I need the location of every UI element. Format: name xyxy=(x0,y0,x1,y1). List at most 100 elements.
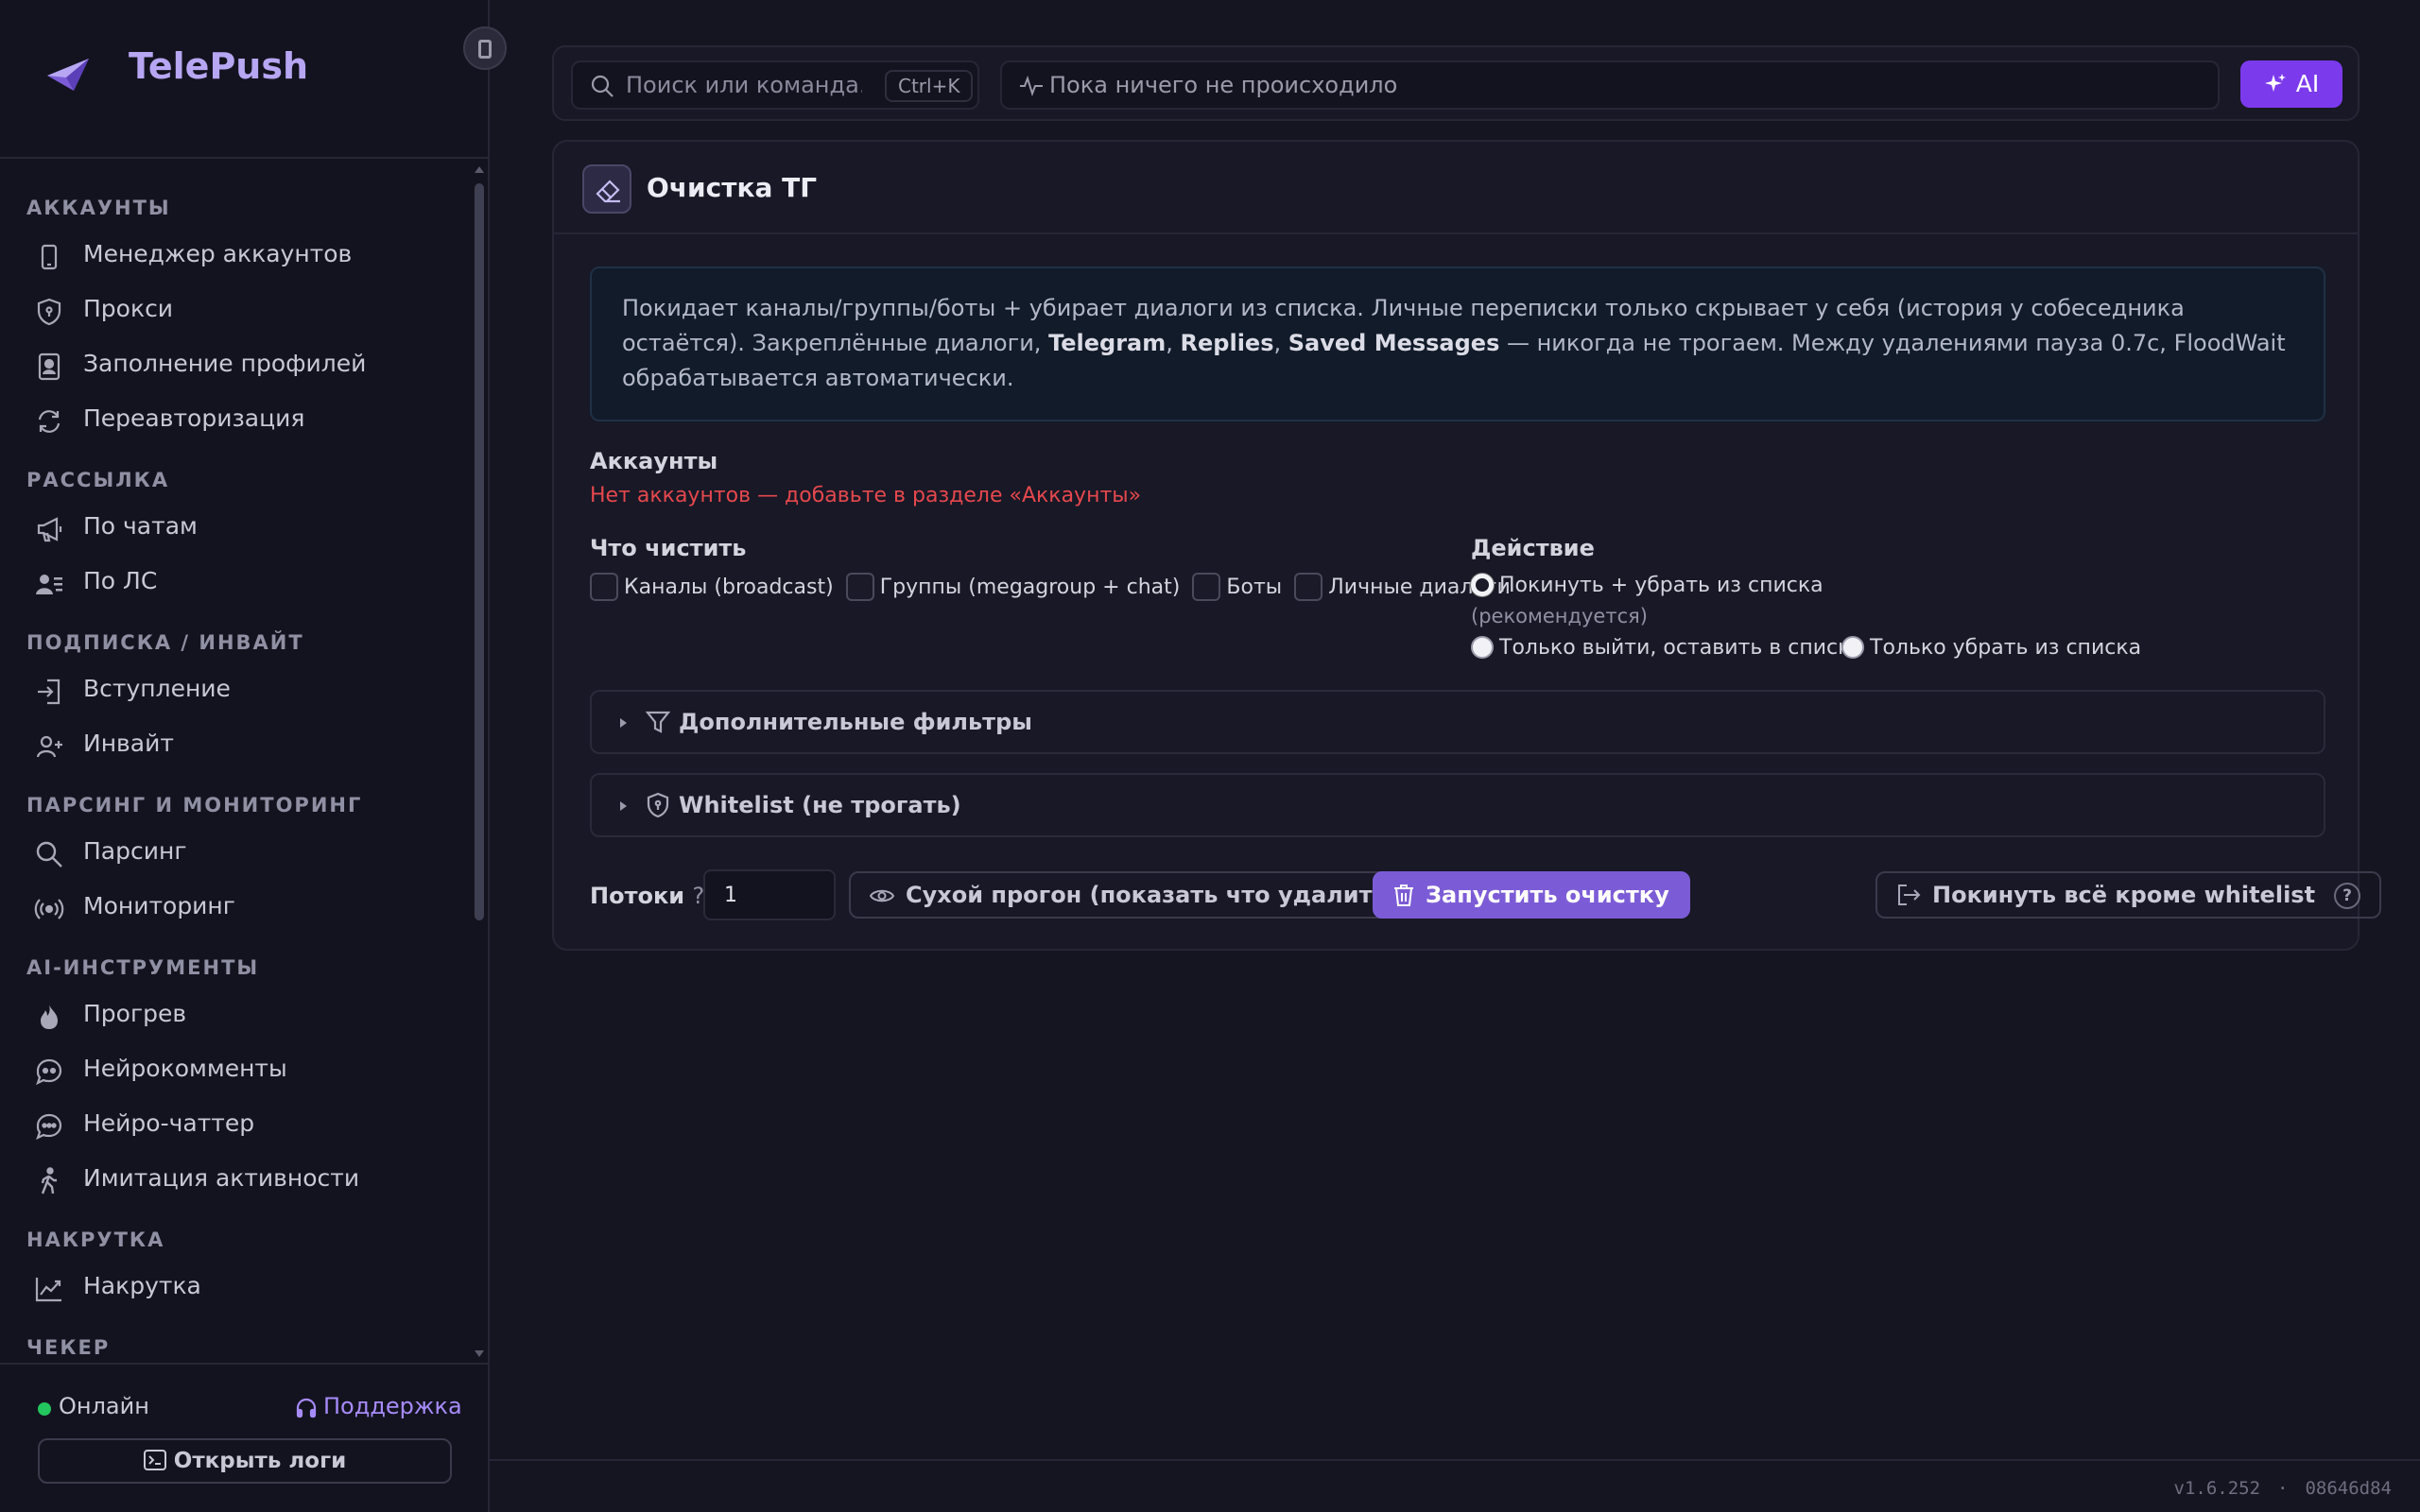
accounts-label: Аккаунты xyxy=(590,448,718,474)
whitelist-toggle[interactable]: Whitelist (не трогать) xyxy=(590,773,2325,837)
search-icon xyxy=(591,75,614,97)
logout-icon xyxy=(1898,885,1921,905)
open-logs-button[interactable]: Открыть логи xyxy=(38,1438,452,1484)
sidebar-scrollbar[interactable] xyxy=(473,163,486,1363)
sidebar-nav: АККАУНТЫ Менеджер аккаунтов Прокси Запол… xyxy=(0,174,473,1355)
version-info: v1.6.252 · 08646d84 xyxy=(2174,1478,2392,1499)
scroll-down-arrow-icon[interactable] xyxy=(475,1350,484,1357)
activity-pulse-icon xyxy=(1020,76,1043,96)
sidebar-item-reauth[interactable]: Переавторизация xyxy=(34,399,450,440)
expand-triangle-icon xyxy=(620,801,627,811)
checkbox-channels[interactable] xyxy=(590,573,618,601)
command-search[interactable]: Ctrl+K xyxy=(571,60,979,110)
radio-remove-only-label: Только убрать из списка xyxy=(1870,635,2142,660)
checkbox-groups[interactable] xyxy=(845,573,874,601)
user-list-icon xyxy=(36,575,62,594)
broadcast-icon xyxy=(34,899,64,919)
info-notice: Покидает каналы/группы/боты + убирает ди… xyxy=(590,266,2325,421)
action-label: Действие xyxy=(1471,535,1595,561)
dry-run-button[interactable]: Сухой прогон (показать что удалится) xyxy=(849,871,1432,919)
dry-run-label: Сухой прогон (показать что удалится) xyxy=(906,882,1411,908)
sidebar-item-join[interactable]: Вступление xyxy=(34,669,450,711)
radio-remove-only-control[interactable] xyxy=(1841,636,1864,659)
sidebar-item-label: Менеджер аккаунтов xyxy=(83,240,353,267)
support-link[interactable]: Поддержка xyxy=(295,1393,462,1419)
sidebar-item-parsing[interactable]: Парсинг xyxy=(34,832,450,873)
extra-filters-toggle[interactable]: Дополнительные фильтры xyxy=(590,690,2325,754)
search-input[interactable] xyxy=(626,70,862,100)
nav-section-parsing: ПАРСИНГ И МОНИТОРИНГ xyxy=(26,794,363,816)
sidebar-item-invite[interactable]: Инвайт xyxy=(34,724,450,765)
sidebar-item-label: Заполнение профилей xyxy=(83,350,367,377)
sidebar-item-label: По ЛС xyxy=(83,567,158,594)
sidebar-item-neuro-chatter[interactable]: Нейро-чаттер xyxy=(34,1104,450,1145)
eye-icon xyxy=(869,889,895,902)
radio-leave-and-remove-label: Покинуть + убрать из списка xyxy=(1499,573,1824,597)
threads-input[interactable] xyxy=(703,869,836,920)
ai-button[interactable]: AI xyxy=(2240,60,2342,108)
radio-leave-only[interactable]: Только выйти, оставить в списке xyxy=(1471,635,1863,660)
sidebar-item-label: Инвайт xyxy=(83,730,174,757)
extra-filters-label: Дополнительные фильтры xyxy=(679,709,1032,735)
activity-status: Пока ничего не происходило xyxy=(1000,60,2220,110)
info-text-bold-replies: Replies xyxy=(1180,330,1274,356)
sidebar: TelePush АККАУНТЫ Менеджер аккаунтов Про… xyxy=(0,0,507,1512)
search-shortcut-badge: Ctrl+K xyxy=(885,70,974,102)
sidebar-item-by-dm[interactable]: По ЛС xyxy=(34,561,450,603)
radio-leave-and-remove[interactable]: Покинуть + убрать из списка xyxy=(1471,573,1824,597)
sidebar-item-account-manager[interactable]: Менеджер аккаунтов xyxy=(34,234,450,276)
sidebar-item-label: Имитация активности xyxy=(83,1164,360,1192)
login-icon xyxy=(38,679,60,705)
whitelist-label: Whitelist (не трогать) xyxy=(679,792,961,818)
sidebar-item-label: Вступление xyxy=(83,675,231,702)
shield-icon xyxy=(37,298,61,326)
separator-dot: · xyxy=(2277,1478,2289,1499)
ai-button-label: AI xyxy=(2295,70,2320,97)
online-status: Онлайн xyxy=(59,1393,149,1419)
sidebar-item-activity-imitation[interactable]: Имитация активности xyxy=(34,1159,450,1200)
megaphone-icon xyxy=(37,517,62,542)
checkbox-bots[interactable] xyxy=(1192,573,1221,601)
checkbox-channels-label: Каналы (broadcast) xyxy=(624,575,834,599)
eraser-icon xyxy=(582,164,631,214)
sidebar-item-label: Накрутка xyxy=(83,1272,201,1299)
sidebar-item-monitoring[interactable]: Мониторинг xyxy=(34,886,450,928)
sidebar-item-label: Нейро-чаттер xyxy=(83,1109,255,1137)
sidebar-item-proxy[interactable]: Прокси xyxy=(34,289,450,331)
sidebar-item-warmup[interactable]: Прогрев xyxy=(34,994,450,1036)
nav-section-ai-tools: AI-ИНСТРУМЕНТЫ xyxy=(26,956,260,979)
sidebar-item-boost[interactable]: Накрутка xyxy=(34,1266,450,1308)
online-status-dot-icon xyxy=(38,1402,51,1416)
radio-leave-and-remove-control[interactable] xyxy=(1471,574,1494,596)
radio-leave-only-label: Только выйти, оставить в списке xyxy=(1499,635,1863,660)
checkbox-private-dialogs[interactable] xyxy=(1294,573,1323,601)
nav-section-subscription: ПОДПИСКА / ИНВАЙТ xyxy=(26,631,304,654)
nav-section-mailing: РАССЫЛКА xyxy=(26,469,170,491)
clean-options: Каналы (broadcast) Группы (megagroup + c… xyxy=(590,573,1518,603)
sidebar-toggle-icon xyxy=(478,40,492,59)
leave-all-label: Покинуть всё кроме whitelist xyxy=(1932,882,2316,908)
headphones-icon xyxy=(296,1398,317,1418)
sidebar-item-by-chats[interactable]: По чатам xyxy=(34,507,450,548)
sidebar-footer: Онлайн Поддержка Открыть логи xyxy=(0,1363,488,1512)
sidebar-item-fill-profiles[interactable]: Заполнение профилей xyxy=(34,344,450,386)
sidebar-item-label: Прокси xyxy=(83,295,174,322)
collapse-sidebar-button[interactable] xyxy=(463,26,507,70)
sidebar-item-label: Парсинг xyxy=(83,837,187,865)
brand: TelePush xyxy=(0,0,488,159)
nav-section-checker: ЧЕКЕР xyxy=(26,1336,111,1355)
sidebar-item-neurocomments[interactable]: Нейрокомменты xyxy=(34,1049,450,1091)
run-cleanup-button[interactable]: Запустить очистку xyxy=(1373,871,1690,919)
threads-label-text: Потоки xyxy=(590,883,685,909)
run-cleanup-label: Запустить очистку xyxy=(1426,882,1669,908)
leave-all-help-icon[interactable]: ? xyxy=(2334,883,2361,909)
scrollbar-thumb[interactable] xyxy=(475,183,484,920)
radio-remove-only[interactable]: Только убрать из списка xyxy=(1841,635,2141,660)
scroll-up-arrow-icon[interactable] xyxy=(475,166,484,173)
top-bar: Ctrl+K Пока ничего не происходило AI xyxy=(552,45,2360,121)
search-icon xyxy=(36,841,62,868)
flame-icon xyxy=(41,1005,58,1029)
info-text-part: , xyxy=(1273,330,1288,356)
leave-all-except-whitelist-button[interactable]: Покинуть всё кроме whitelist? xyxy=(1876,871,2382,919)
radio-leave-only-control[interactable] xyxy=(1471,636,1494,659)
